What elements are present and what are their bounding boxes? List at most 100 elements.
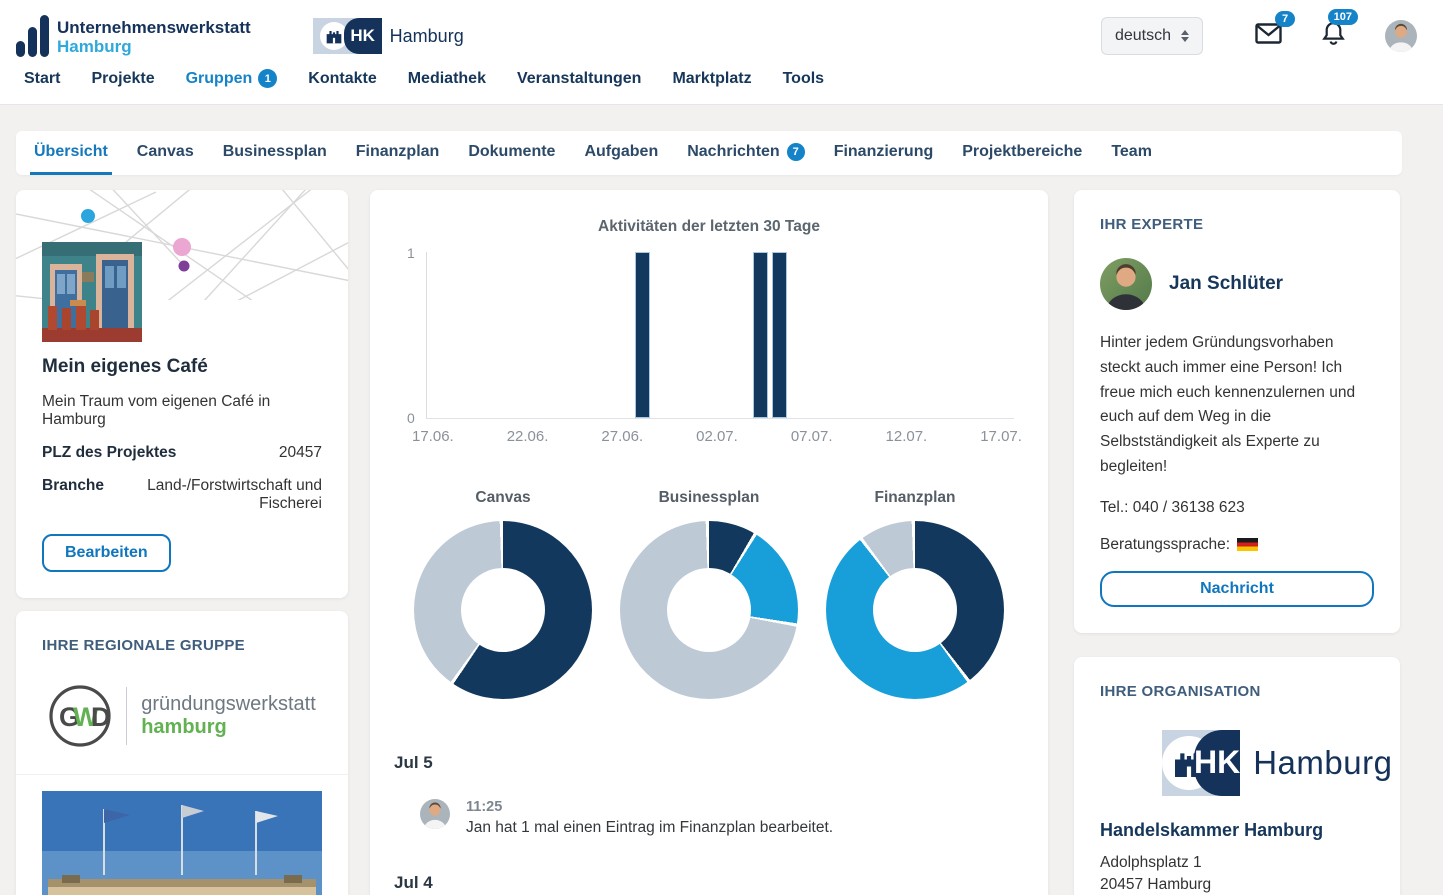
tab-projektbereiche[interactable]: Projektbereiche	[958, 131, 1086, 175]
project-field-plz: PLZ des Projektes 20457	[42, 444, 322, 462]
group-building-photo	[42, 791, 322, 895]
notification-badge: 107	[1328, 9, 1358, 25]
activity-bar	[635, 252, 650, 418]
feed-entry-body: 11:25Jan hat 1 mal einen Eintrag im Fina…	[466, 799, 833, 837]
message-expert-button[interactable]: Nachricht	[1100, 571, 1374, 607]
brand-bars-icon	[16, 15, 49, 57]
field-value: 20457	[279, 444, 322, 462]
activity-bar	[753, 252, 768, 418]
project-card: Mein eigenes Café Mein Traum vom eigenen…	[16, 190, 348, 598]
nav-item-tools[interactable]: Tools	[783, 69, 824, 88]
donut-hole	[461, 568, 545, 652]
donut-hole	[667, 568, 751, 652]
tab-badge: 7	[787, 143, 805, 161]
app-window: Unternehmenswerkstatt Hamburg HK Hamburg…	[0, 0, 1443, 895]
tab-label: Businessplan	[223, 143, 327, 161]
hk-wordmark: Hamburg	[390, 26, 464, 47]
activity-chart-title: Aktivitäten der letzten 30 Tage	[394, 218, 1024, 236]
feed-avatar[interactable]	[420, 799, 450, 829]
organisation-heading: IHRE ORGANISATION	[1100, 683, 1374, 700]
nav-item-label: Veranstaltungen	[517, 70, 641, 88]
activity-bar	[772, 252, 787, 418]
expert-avatar[interactable]	[1100, 258, 1152, 310]
gwd-wordmark-line1: gründungswerkstatt	[141, 693, 316, 716]
nav-item-marktplatz[interactable]: Marktplatz	[672, 69, 751, 88]
right-column: IHR EXPERTE Jan Schlüter Hinter jedem Gr…	[1074, 190, 1400, 895]
x-axis-tick: 27.06.	[601, 428, 643, 445]
tab-nachrichten[interactable]: Nachrichten7	[683, 131, 808, 175]
field-label: PLZ des Projektes	[42, 444, 176, 462]
nav-item-projekte[interactable]: Projekte	[91, 69, 154, 88]
x-axis-tick: 17.06.	[412, 428, 454, 445]
nav-item-label: Gruppen	[186, 70, 253, 88]
feed-date: Jul 5	[394, 753, 1024, 773]
messages-button[interactable]: 7	[1255, 23, 1282, 49]
tab-label: Dokumente	[468, 143, 555, 161]
field-label: Branche	[42, 477, 104, 513]
nav-item-kontakte[interactable]: Kontakte	[308, 69, 376, 88]
main-nav: Start Projekte Gruppen 1 Kontakte Mediathek Ve…	[0, 62, 1443, 88]
organisation-logo: HK Hamburg	[1162, 730, 1374, 796]
nav-item-start[interactable]: Start	[24, 69, 60, 88]
expert-name: Jan Schlüter	[1169, 273, 1283, 295]
nav-item-veranstaltungen[interactable]: Veranstaltungen	[517, 69, 641, 88]
brand-subtitle: Hamburg	[57, 37, 251, 57]
nav-item-label: Tools	[783, 70, 824, 88]
mail-badge: 7	[1275, 11, 1295, 27]
project-description: Mein Traum vom eigenen Café in Hamburg	[42, 393, 322, 429]
nav-item-gruppen[interactable]: Gruppen 1	[186, 69, 278, 88]
tab-label: Aufgaben	[584, 143, 658, 161]
organisation-address-line2: 20457 Hamburg	[1100, 874, 1374, 895]
tab-dokumente[interactable]: Dokumente	[464, 131, 559, 175]
organisation-card: IHRE ORGANISATION HK Hamburg Handelskamm…	[1074, 657, 1400, 895]
expert-card: IHR EXPERTE Jan Schlüter Hinter jedem Gr…	[1074, 190, 1400, 633]
tab-aufgaben[interactable]: Aufgaben	[580, 131, 662, 175]
tab-finanzplan[interactable]: Finanzplan	[352, 131, 444, 175]
donut-hole	[873, 568, 957, 652]
x-axis-tick: 17.07.	[980, 428, 1022, 445]
x-axis-tick: 12.07.	[886, 428, 928, 445]
donut-title: Finanzplan	[826, 489, 1004, 507]
donut-chart	[620, 521, 798, 699]
tab-label: Projektbereiche	[962, 143, 1082, 161]
consulting-language-label: Beratungssprache:	[1100, 536, 1230, 554]
edit-project-button[interactable]: Bearbeiten	[42, 534, 171, 572]
tab-businessplan[interactable]: Businessplan	[219, 131, 331, 175]
hk-monogram: HK	[344, 18, 382, 54]
app-logo[interactable]: Unternehmenswerkstatt Hamburg	[16, 15, 251, 57]
nav-item-label: Marktplatz	[672, 70, 751, 88]
left-column: Mein eigenes Café Mein Traum vom eigenen…	[16, 190, 348, 895]
regional-group-heading: IHRE REGIONALE GRUPPE	[42, 637, 322, 654]
project-title: Mein eigenes Café	[42, 356, 322, 378]
tab-label: Team	[1111, 143, 1152, 161]
svg-text:D: D	[91, 702, 111, 732]
expert-heading: IHR EXPERTE	[1100, 216, 1374, 233]
chevron-updown-icon	[1181, 30, 1189, 42]
feed-entry: 11:25Jan hat 1 mal einen Eintrag im Fina…	[420, 799, 1024, 837]
nav-item-mediathek[interactable]: Mediathek	[408, 69, 486, 88]
tab-übersicht[interactable]: Übersicht	[30, 131, 112, 175]
gruendungswerkstatt-logo[interactable]: G W D gründungswerkstatt hamburg	[42, 684, 322, 748]
donut-chart	[826, 521, 1004, 699]
notifications-button[interactable]: 107	[1322, 21, 1345, 51]
language-select[interactable]: deutsch	[1101, 17, 1203, 55]
donut-chart	[414, 521, 592, 699]
progress-donuts: CanvasBusinessplanFinanzplan	[394, 489, 1024, 699]
hk-wordmark: Hamburg	[1253, 744, 1392, 782]
tab-team[interactable]: Team	[1107, 131, 1156, 175]
user-avatar[interactable]	[1385, 20, 1417, 52]
donut-businessplan: Businessplan	[620, 489, 798, 699]
gwd-wordmark-line2: hamburg	[141, 716, 316, 739]
nav-item-label: Mediathek	[408, 70, 486, 88]
tab-label: Übersicht	[34, 143, 108, 161]
tab-canvas[interactable]: Canvas	[133, 131, 198, 175]
tab-finanzierung[interactable]: Finanzierung	[830, 131, 938, 175]
mail-icon	[1255, 23, 1282, 44]
gwd-monogram-icon: G W D	[48, 684, 112, 748]
hk-hamburg-logo[interactable]: HK Hamburg	[313, 18, 464, 54]
donut-finanzplan: Finanzplan	[826, 489, 1004, 699]
nav-item-badge: 1	[258, 69, 277, 88]
app-header: Unternehmenswerkstatt Hamburg HK Hamburg…	[0, 0, 1443, 105]
project-thumbnail-image	[42, 242, 142, 342]
organisation-name: Handelskammer Hamburg	[1100, 820, 1374, 841]
